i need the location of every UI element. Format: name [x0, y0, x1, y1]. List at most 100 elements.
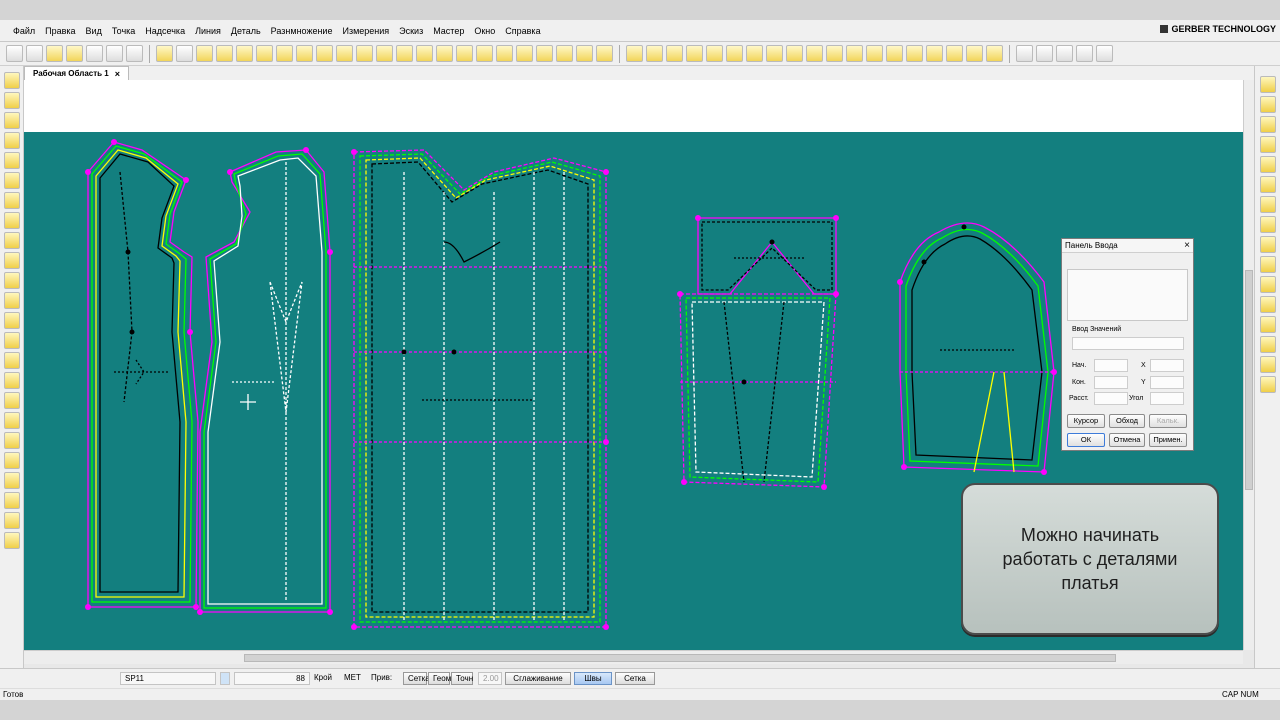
grade-icon[interactable] — [846, 45, 863, 62]
grade-icon[interactable] — [986, 45, 1003, 62]
tool-icon[interactable] — [3, 472, 20, 489]
grade-icon[interactable] — [746, 45, 763, 62]
table-icon[interactable] — [106, 45, 123, 62]
tool-icon[interactable] — [3, 352, 20, 369]
tool-icon[interactable] — [3, 112, 20, 129]
tool-icon[interactable] — [3, 492, 20, 509]
tool-icon[interactable] — [3, 332, 20, 349]
tool-icon[interactable] — [3, 272, 20, 289]
calc-button[interactable]: Кальк. — [1149, 414, 1187, 428]
tool-icon[interactable] — [1259, 276, 1276, 293]
snap-value-field[interactable]: 2.00 — [478, 672, 502, 685]
snap-geometry-button[interactable]: Геом — [428, 672, 451, 685]
layout-icon[interactable] — [1036, 45, 1053, 62]
menu-piece[interactable]: Деталь — [226, 26, 266, 36]
line-icon[interactable] — [296, 45, 313, 62]
x-field[interactable] — [1150, 359, 1184, 372]
smoothing-button[interactable]: Сглаживание — [505, 672, 571, 685]
tool-icon[interactable] — [1259, 176, 1276, 193]
zoom-field[interactable]: 88 — [234, 672, 310, 685]
mirror-icon[interactable] — [356, 45, 373, 62]
tool-icon[interactable] — [1259, 336, 1276, 353]
horizontal-scrollbar[interactable] — [24, 650, 1243, 664]
arc-icon[interactable] — [396, 45, 413, 62]
style-field[interactable]: SP11 — [120, 672, 216, 685]
tool-icon[interactable] — [3, 152, 20, 169]
grade-icon[interactable] — [926, 45, 943, 62]
grade-icon[interactable] — [726, 45, 743, 62]
tool-icon[interactable] — [1259, 196, 1276, 213]
piece-icon[interactable] — [66, 45, 83, 62]
tab-workspace-1[interactable]: Рабочая Область 1 × — [24, 66, 130, 80]
tool-icon[interactable] — [3, 192, 20, 209]
grade-icon[interactable] — [766, 45, 783, 62]
grade-icon[interactable] — [686, 45, 703, 62]
grid-view-icon[interactable] — [26, 45, 43, 62]
piece-icon[interactable] — [436, 45, 453, 62]
tool-icon[interactable] — [3, 232, 20, 249]
menu-window[interactable]: Окно — [469, 26, 500, 36]
tool-icon[interactable] — [1259, 356, 1276, 373]
tool-icon[interactable] — [3, 392, 20, 409]
add-point-icon[interactable] — [236, 45, 253, 62]
menu-sketch[interactable]: Эскиз — [394, 26, 428, 36]
piece-icon[interactable] — [596, 45, 613, 62]
tool-icon[interactable] — [3, 292, 20, 309]
point-icon[interactable] — [196, 45, 213, 62]
snap-points-button[interactable]: Точн — [451, 672, 473, 685]
layout-icon[interactable] — [1056, 45, 1073, 62]
curve-icon[interactable] — [336, 45, 353, 62]
tool-icon[interactable] — [3, 92, 20, 109]
grade-icon[interactable] — [966, 45, 983, 62]
panel-close-icon[interactable]: × — [1184, 239, 1190, 252]
tool-icon[interactable] — [3, 72, 20, 89]
tool-icon[interactable] — [1259, 96, 1276, 113]
piece-icon[interactable] — [516, 45, 533, 62]
tool-icon[interactable] — [3, 312, 20, 329]
table-icon[interactable] — [86, 45, 103, 62]
menu-notch[interactable]: Надсечка — [140, 26, 190, 36]
angle-field[interactable] — [1150, 392, 1184, 405]
tool-icon[interactable] — [1259, 376, 1276, 393]
grid-button[interactable]: Сетка — [615, 672, 655, 685]
grade-icon[interactable] — [946, 45, 963, 62]
menu-view[interactable]: Вид — [81, 26, 107, 36]
menu-help[interactable]: Справка — [500, 26, 545, 36]
color-swatch[interactable] — [220, 672, 230, 685]
grade-icon[interactable] — [806, 45, 823, 62]
grade-icon[interactable] — [706, 45, 723, 62]
distance-field[interactable] — [1094, 392, 1128, 405]
tool-icon[interactable] — [3, 212, 20, 229]
tool-icon[interactable] — [3, 452, 20, 469]
grade-icon[interactable] — [786, 45, 803, 62]
grade-icon[interactable] — [826, 45, 843, 62]
notch-icon[interactable] — [256, 45, 273, 62]
tool-icon[interactable] — [1259, 316, 1276, 333]
new-document-icon[interactable] — [1016, 45, 1033, 62]
cursor-button[interactable]: Курсор — [1067, 414, 1105, 428]
tool-icon[interactable] — [3, 172, 20, 189]
menu-measure[interactable]: Измерения — [337, 26, 394, 36]
piece-icon[interactable] — [536, 45, 553, 62]
zoom-icon[interactable] — [126, 45, 143, 62]
select-icon[interactable] — [156, 45, 173, 62]
tool-icon[interactable] — [3, 252, 20, 269]
grid-view-icon[interactable] — [6, 45, 23, 62]
apply-button[interactable]: Примен. — [1149, 433, 1187, 447]
grade-icon[interactable] — [626, 45, 643, 62]
value-input[interactable] — [1072, 337, 1184, 350]
piece-icon[interactable] — [576, 45, 593, 62]
tab-close-icon[interactable]: × — [115, 68, 120, 80]
layout-icon[interactable] — [1076, 45, 1093, 62]
tool-icon[interactable] — [1259, 76, 1276, 93]
grade-icon[interactable] — [906, 45, 923, 62]
tool-icon[interactable] — [1259, 116, 1276, 133]
snap-grid-button[interactable]: Сетка — [403, 672, 430, 685]
tool-icon[interactable] — [3, 432, 20, 449]
seams-button[interactable]: Швы — [574, 672, 612, 685]
grade-icon[interactable] — [866, 45, 883, 62]
ok-button[interactable]: ОК — [1067, 433, 1105, 447]
menu-grading[interactable]: Разнмножение — [266, 26, 338, 36]
start-field[interactable] — [1094, 359, 1128, 372]
menu-point[interactable]: Точка — [107, 26, 140, 36]
